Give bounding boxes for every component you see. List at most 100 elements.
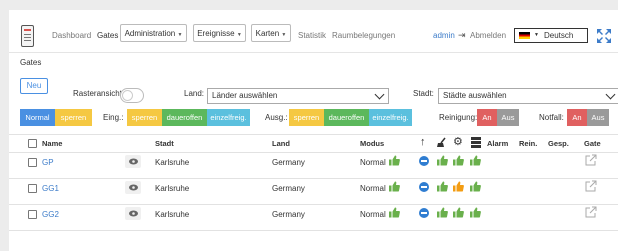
main-panel: Dashboard Gates Administration ▼ Ereigni…: [9, 10, 618, 251]
nav-ereignisse-dropdown[interactable]: Ereignisse ▼: [193, 24, 246, 42]
caret-down-icon: ▼: [236, 32, 242, 38]
row-checkbox[interactable]: [28, 210, 37, 219]
external-link-icon[interactable]: [585, 206, 597, 218]
col-modus[interactable]: Modus: [360, 139, 384, 148]
col-stadt[interactable]: Stadt: [155, 139, 174, 148]
language-select[interactable]: ▼ Deutsch: [514, 28, 588, 43]
filter-sperren-button[interactable]: sperren: [55, 109, 92, 126]
language-value: Deutsch: [544, 31, 574, 40]
german-flag-icon: [519, 32, 530, 39]
external-link-icon[interactable]: [585, 154, 597, 166]
thumbs-up-icon: [470, 181, 481, 192]
thumbs-up-warning-icon: [453, 181, 464, 192]
view-eye-icon[interactable]: [125, 207, 141, 220]
gear-icon: ⚙: [453, 136, 463, 148]
row-land: Germany: [272, 210, 305, 219]
notfall-aus-button[interactable]: Aus: [587, 109, 609, 126]
thumbs-up-icon: [389, 207, 400, 218]
raster-label: Rasteransicht: [73, 89, 122, 98]
thumbs-up-icon: [453, 207, 464, 218]
thumbs-up-icon: [470, 207, 481, 218]
ausg-daueroffen-button[interactable]: daueroffen: [324, 109, 369, 126]
thumbs-up-icon: [453, 155, 464, 166]
eing-einzelfreig-button[interactable]: einzelfreig.: [207, 109, 250, 126]
user-link[interactable]: admin: [433, 31, 455, 40]
row-modus: Normal: [360, 210, 386, 219]
gate-logo-icon[interactable]: [21, 25, 34, 47]
land-label: Land:: [184, 89, 205, 98]
col-alarm[interactable]: Alarm: [487, 139, 508, 148]
divider: [9, 204, 618, 205]
thumbs-up-icon: [437, 181, 448, 192]
nav-administration-dropdown[interactable]: Administration ▼: [120, 24, 187, 42]
row-land: Germany: [272, 184, 305, 193]
caret-down-icon: ▼: [281, 32, 287, 38]
nav-statistik[interactable]: Statistik: [298, 31, 326, 40]
nav-karten-dropdown[interactable]: Karten ▼: [251, 24, 291, 42]
land-select[interactable]: Länder auswählen: [207, 88, 389, 104]
col-gate[interactable]: Gate: [584, 139, 601, 148]
server-icon: [471, 137, 481, 148]
nav-gates[interactable]: Gates: [97, 31, 118, 40]
filter-normal-button[interactable]: Normal: [20, 109, 55, 126]
divider: [9, 152, 618, 153]
row-name-link[interactable]: GG1: [42, 184, 59, 193]
eing-daueroffen-button[interactable]: daueroffen: [162, 109, 207, 126]
new-button[interactable]: Neu: [20, 78, 48, 94]
row-stadt: Karlsruhe: [155, 210, 190, 219]
broom-icon: [437, 137, 446, 147]
reinigung-an-button[interactable]: An: [477, 109, 497, 126]
stadt-label: Stadt:: [413, 89, 434, 98]
thumbs-up-icon: [437, 155, 448, 166]
row-checkbox[interactable]: [28, 184, 37, 193]
row-checkbox[interactable]: [28, 158, 37, 167]
thumbs-up-icon: [437, 207, 448, 218]
arrow-up-icon: ↑: [420, 136, 426, 148]
ausg-einzelfreig-button[interactable]: einzelfreig.: [369, 109, 412, 126]
thumbs-up-icon: [470, 155, 481, 166]
logout-link[interactable]: Abmelden: [470, 31, 506, 40]
raster-toggle[interactable]: [120, 88, 144, 103]
nav-dashboard[interactable]: Dashboard: [52, 31, 91, 40]
row-modus: Normal: [360, 184, 386, 193]
expand-icon[interactable]: [596, 28, 612, 44]
ausg-label: Ausg.:: [265, 113, 288, 122]
nav-raumbelegungen[interactable]: Raumbelegungen: [332, 31, 395, 40]
ausg-sperren-button[interactable]: sperren: [289, 109, 324, 126]
thumbs-up-icon: [389, 155, 400, 166]
col-land[interactable]: Land: [272, 139, 290, 148]
row-name-link[interactable]: GG2: [42, 210, 59, 219]
reinigung-label: Reinigung:: [439, 113, 478, 122]
col-rein[interactable]: Rein.: [519, 139, 537, 148]
chevron-down-icon: [374, 89, 385, 100]
notfall-label: Notfall:: [539, 113, 564, 122]
chevron-down-icon: [605, 89, 616, 100]
logout-icon[interactable]: ⇥: [458, 30, 466, 41]
row-stadt: Karlsruhe: [155, 184, 190, 193]
row-modus: Normal: [360, 158, 386, 167]
view-eye-icon[interactable]: [125, 155, 141, 168]
caret-down-icon: ▼: [177, 32, 183, 38]
stadt-select[interactable]: Städte auswählen: [438, 88, 618, 104]
row-land: Germany: [272, 158, 305, 167]
navbar: Dashboard Gates Administration ▼ Ereigni…: [9, 10, 618, 53]
eing-sperren-button[interactable]: sperren: [127, 109, 162, 126]
no-entry-icon: [419, 156, 429, 166]
no-entry-icon: [419, 182, 429, 192]
col-gesp[interactable]: Gesp.: [548, 139, 569, 148]
divider: [9, 230, 618, 231]
select-all-checkbox[interactable]: [28, 139, 37, 148]
caret-down-icon: ▼: [534, 32, 539, 38]
external-link-icon[interactable]: [585, 180, 597, 192]
no-entry-icon: [419, 208, 429, 218]
reinigung-aus-button[interactable]: Aus: [497, 109, 519, 126]
notfall-an-button[interactable]: An: [567, 109, 587, 126]
page-title: Gates: [20, 58, 42, 67]
view-eye-icon[interactable]: [125, 181, 141, 194]
divider: [9, 178, 618, 179]
col-name[interactable]: Name: [42, 139, 62, 148]
row-name-link[interactable]: GP: [42, 158, 54, 167]
thumbs-up-icon: [389, 181, 400, 192]
eing-label: Eing.:: [103, 113, 124, 122]
divider: [9, 134, 618, 135]
